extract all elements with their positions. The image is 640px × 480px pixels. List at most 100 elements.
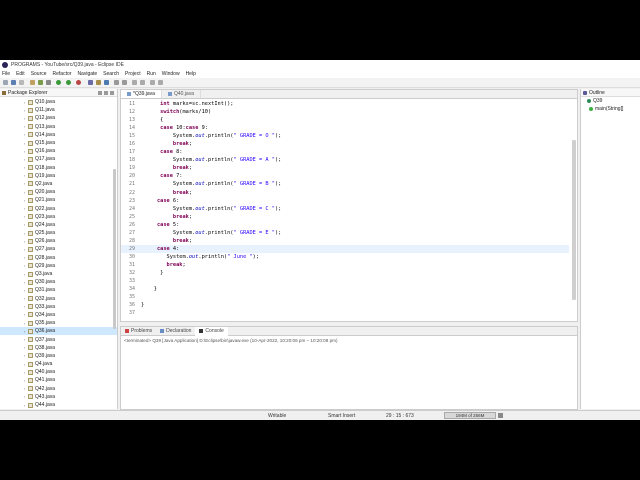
coverage-icon[interactable] [76,80,81,85]
menu-file[interactable]: File [2,71,10,77]
tree-item[interactable]: › Q43.java [0,393,117,401]
tree-item[interactable]: › Q23.java [0,213,117,221]
code-line[interactable]: 33 [121,277,569,285]
open-type-icon[interactable] [114,80,119,85]
code-line[interactable]: 26 case 5: [121,221,569,229]
code-line[interactable]: 13 { [121,116,569,124]
menu-run[interactable]: Run [147,71,156,77]
new-class-icon[interactable] [104,80,109,85]
link-editor-icon[interactable] [104,90,108,95]
tab-q40[interactable]: Q40.java [162,90,201,98]
tree-item[interactable]: › Q24.java [0,221,117,229]
tab-console[interactable]: Console [195,326,228,336]
menu-navigate[interactable]: Navigate [77,71,97,77]
new-icon[interactable] [3,80,8,85]
code-line[interactable]: 23 case 6: [121,197,569,205]
code-area[interactable]: 11 int marks=sc.nextInt(); 12 switch(mark… [121,100,569,317]
tree-item[interactable]: › Q21.java [0,196,117,204]
tree-item[interactable]: › Q37.java [0,335,117,343]
skip-breakpoints-icon[interactable] [46,80,51,85]
code-line[interactable]: 25 break; [121,213,569,221]
annotation-next-icon[interactable] [132,80,137,85]
tree-item[interactable]: › Q13.java [0,123,117,131]
heap-status[interactable]: 194M of 256M [444,412,496,419]
code-line[interactable]: 20 case 7: [121,172,569,180]
tree-item[interactable]: › Q35.java [0,319,117,327]
code-line[interactable]: 22 break; [121,189,569,197]
tree-item[interactable]: › Q12.java [0,114,117,122]
tree-item[interactable]: › Q20.java [0,188,117,196]
tree-item[interactable]: › Q26.java [0,237,117,245]
tree-item[interactable]: › Q36.java [0,327,117,336]
tree-item[interactable]: › Q32.java [0,295,117,303]
code-line[interactable]: 15 System.out.println(" GRADE = O "); [121,132,569,140]
tree-item[interactable]: › Q4.java [0,360,117,368]
annotation-prev-icon[interactable] [140,80,145,85]
menu-project[interactable]: Project [125,71,141,77]
tree-item[interactable]: › Q2.java [0,180,117,188]
code-line[interactable]: 31 break; [121,261,569,269]
outline-class-item[interactable]: Q39 [581,97,640,105]
tree-item[interactable]: › Q29.java [0,262,117,270]
save-all-icon[interactable] [19,80,24,85]
outline-header[interactable]: Outline [581,89,640,97]
package-explorer-header[interactable]: Package Explorer [0,89,117,97]
tree-item[interactable]: › Q22.java [0,204,117,212]
code-line[interactable]: 37 [121,309,569,317]
code-line[interactable]: 32 } [121,269,569,277]
tree-item[interactable]: › Q33.java [0,303,117,311]
tree-item[interactable]: › Q10.java [0,98,117,106]
tree-item[interactable]: › Q40.java [0,368,117,376]
code-line[interactable]: 29 case 4: [121,244,569,253]
code-line[interactable]: 36} [121,301,569,309]
tab-problems[interactable]: Problems [121,328,156,334]
code-line[interactable]: 30 System.out.println(" June "); [121,253,569,261]
code-line[interactable]: 11 int marks=sc.nextInt(); [121,100,569,108]
menu-search[interactable]: Search [103,71,119,77]
tree-item[interactable]: › Q14.java [0,131,117,139]
debug-icon[interactable] [38,80,43,85]
code-line[interactable]: 35 [121,293,569,301]
menu-refactor[interactable]: Refactor [53,71,72,77]
tree-item[interactable]: › Q17.java [0,155,117,163]
new-package-icon[interactable] [96,80,101,85]
tree-item[interactable]: › Q11.java [0,106,117,114]
tree-item[interactable]: › Q38.java [0,344,117,352]
tree-item[interactable]: › Q15.java [0,139,117,147]
code-line[interactable]: 16 break; [121,140,569,148]
code-line[interactable]: 19 break; [121,164,569,172]
outline-method-item[interactable]: main(String[] [581,105,640,113]
tree-item[interactable]: › Q16.java [0,147,117,155]
tree-item[interactable]: › Q25.java [0,229,117,237]
menu-edit[interactable]: Edit [16,71,25,77]
tree-item[interactable]: › Q30.java [0,278,117,286]
tree-item[interactable]: › Q19.java [0,172,117,180]
menu-help[interactable]: Help [186,71,196,77]
collapse-all-icon[interactable] [98,90,102,95]
code-line[interactable]: 21 System.out.println(" GRADE = B "); [121,180,569,188]
tree-item[interactable]: › Q39.java [0,352,117,360]
debug-run-icon[interactable] [66,80,71,85]
tab-declaration[interactable]: Declaration [156,328,195,334]
tree-item[interactable]: › Q42.java [0,385,117,393]
tree-item[interactable]: › Q41.java [0,376,117,384]
menu-window[interactable]: Window [162,71,180,77]
tab-q39[interactable]: *Q39.java [121,90,162,98]
save-icon[interactable] [11,80,16,85]
tree-item[interactable]: › Q31.java [0,286,117,294]
forward-icon[interactable] [158,80,163,85]
view-menu-icon[interactable] [110,90,114,95]
code-line[interactable]: 24 System.out.println(" GRADE = C "); [121,205,569,213]
tree-item[interactable]: › Q44.java [0,401,117,409]
code-line[interactable]: 34 } [121,285,569,293]
tree-item[interactable]: › Q27.java [0,245,117,253]
new-java-project-icon[interactable] [88,80,93,85]
build-icon[interactable] [30,80,35,85]
code-line[interactable]: 28 break; [121,237,569,245]
garbage-collect-icon[interactable] [498,413,503,418]
search-icon[interactable] [122,80,127,85]
tree-item[interactable]: › Q28.java [0,254,117,262]
code-line[interactable]: 14 case 10:case 9: [121,124,569,132]
tree-item[interactable]: › Q18.java [0,164,117,172]
editor-scrollbar[interactable] [572,140,576,300]
